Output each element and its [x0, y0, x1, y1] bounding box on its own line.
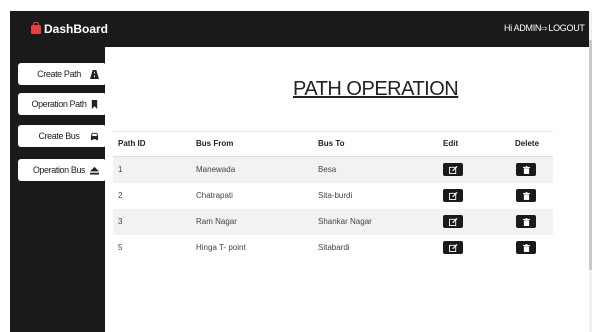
delete-button[interactable] — [516, 163, 536, 176]
delete-button[interactable] — [516, 189, 536, 202]
bus-from-cell: Chatrapati — [196, 191, 233, 200]
greeting: Hi ADMIN — [504, 23, 542, 33]
column-header-bus-to: Bus To — [318, 139, 345, 148]
delete-button[interactable] — [516, 215, 536, 228]
trash-icon — [522, 191, 530, 200]
bus-to-cell: Besa — [318, 165, 337, 174]
sidebar-item-label: Operation Path — [31, 99, 87, 109]
column-header-path-id: Path ID — [118, 139, 146, 148]
trash-icon — [522, 243, 530, 252]
top-navbar: DashBoard Hi ADMIN ⇨ LOGOUT — [10, 11, 589, 47]
sign-out-icon: ⇨ — [541, 23, 548, 33]
table-header: Path ID Bus From Bus To Edit Delete — [113, 131, 553, 157]
table-row: 2 Chatrapati Sita-burdi — [113, 183, 553, 209]
bus-from-cell: Manewada — [196, 165, 236, 174]
sidebar: Create Path Operation Path Create Bus Op… — [10, 47, 106, 332]
sidebar-item-label: Create Path — [37, 69, 81, 79]
sidebar-item-create-path[interactable]: Create Path — [18, 63, 106, 85]
edit-button[interactable] — [443, 215, 463, 228]
eject-icon — [90, 166, 99, 175]
column-header-bus-from: Bus From — [196, 139, 234, 148]
logout-label: LOGOUT — [548, 23, 585, 33]
briefcase-icon — [31, 21, 41, 34]
trash-icon — [522, 217, 530, 226]
sidebar-item-label: Create Bus — [38, 131, 80, 141]
edit-button[interactable] — [443, 163, 463, 176]
column-header-delete: Delete — [515, 139, 540, 148]
bus-from-cell: Ram Nagar — [196, 217, 237, 226]
bookmark-icon — [91, 99, 98, 109]
table-row: 3 Ram Nagar Shankar Nagar — [113, 209, 553, 235]
path-id-cell: 5 — [118, 243, 123, 252]
sidebar-item-operation-bus[interactable]: Operation Bus — [18, 159, 106, 181]
edit-icon — [448, 243, 457, 252]
path-id-cell: 2 — [118, 191, 123, 200]
sidebar-item-operation-path[interactable]: Operation Path — [18, 93, 106, 115]
page-title: PATH OPERATION — [293, 78, 459, 100]
bus-from-cell: Hinga T- point — [196, 243, 246, 252]
bus-to-cell: Shankar Nagar — [318, 217, 372, 226]
car-icon — [90, 132, 99, 140]
trash-icon — [522, 165, 530, 174]
bus-to-cell: Sita-burdi — [318, 191, 353, 200]
table-row: 1 Manewada Besa — [113, 157, 553, 183]
logout-button[interactable]: ⇨ LOGOUT — [541, 23, 585, 33]
bus-to-cell: Sitabardi — [318, 243, 350, 252]
edit-icon — [448, 217, 457, 226]
sidebar-item-create-bus[interactable]: Create Bus — [18, 125, 106, 147]
column-header-edit: Edit — [443, 139, 459, 148]
path-table: Path ID Bus From Bus To Edit Delete 1 Ma… — [113, 131, 553, 261]
brand[interactable]: DashBoard — [31, 21, 109, 36]
brand-label: DashBoard — [44, 22, 109, 36]
delete-button[interactable] — [516, 241, 536, 254]
road-icon — [90, 69, 99, 79]
edit-icon — [448, 191, 457, 200]
sidebar-item-label: Operation Bus — [32, 165, 86, 175]
table-row: 5 Hinga T- point Sitabardi — [113, 235, 553, 261]
path-id-cell: 1 — [118, 165, 123, 174]
edit-button[interactable] — [443, 241, 463, 254]
path-id-cell: 3 — [118, 217, 123, 226]
edit-button[interactable] — [443, 189, 463, 202]
edit-icon — [448, 165, 457, 174]
